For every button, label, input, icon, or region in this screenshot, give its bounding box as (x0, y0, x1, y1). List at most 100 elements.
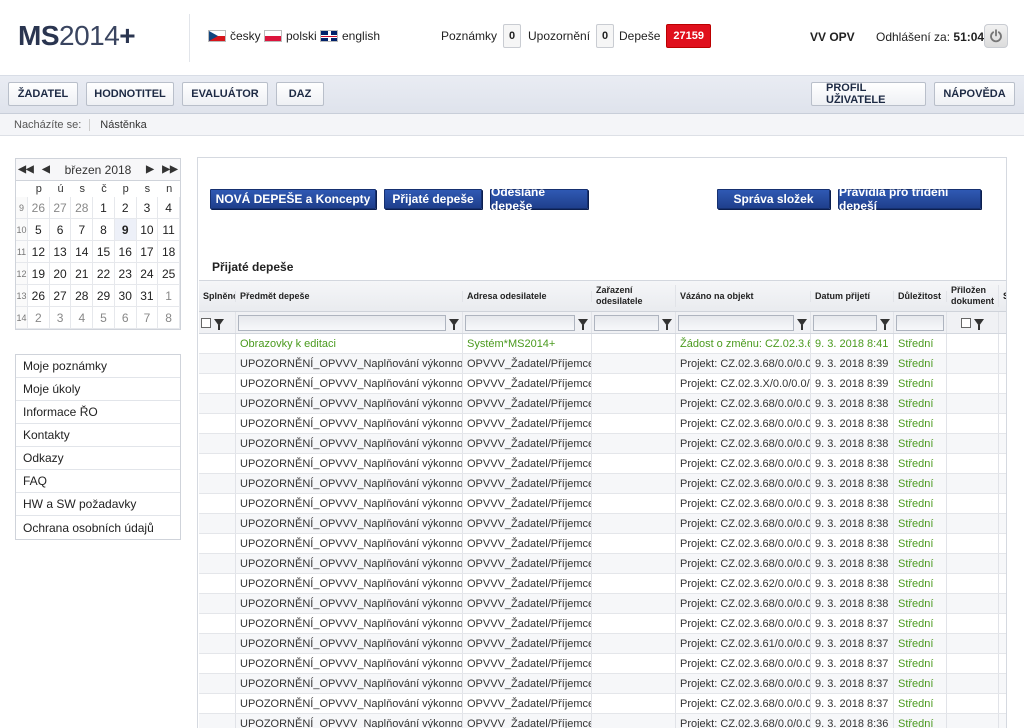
calendar-day[interactable]: 26 (28, 197, 50, 219)
filter-icon[interactable] (974, 319, 984, 330)
filter-icon[interactable] (578, 319, 588, 330)
filter-icon[interactable] (214, 319, 224, 330)
calendar-day[interactable]: 27 (49, 197, 72, 219)
lang-polish[interactable]: polski (264, 29, 317, 43)
calendar-day[interactable]: 25 (158, 263, 180, 285)
notes-counter[interactable]: Poznámky 0 (441, 24, 522, 48)
calendar-day[interactable]: 3 (136, 197, 159, 219)
calendar-day[interactable]: 1 (158, 285, 180, 307)
col-header-attachment[interactable]: Přiložen dokument (947, 285, 999, 307)
table-row[interactable]: UPOZORNĚNÍ_OPVVV_Naplňování výkonnostníh… (199, 454, 1006, 474)
calendar-day[interactable]: 31 (136, 285, 159, 307)
table-row[interactable]: UPOZORNĚNÍ_OPVVV_Naplňování výkonnostníh… (199, 374, 1006, 394)
table-row[interactable]: UPOZORNĚNÍ_OPVVV_Naplňování výkonnostníh… (199, 674, 1006, 694)
calendar-day[interactable]: 6 (49, 219, 72, 241)
nav-evaluator[interactable]: EVALUÁTOR (182, 82, 268, 106)
filter-sender-input[interactable] (465, 314, 575, 331)
filter-date-input[interactable] (813, 314, 877, 331)
side-menu-item[interactable]: Ochrana osobních údajů (16, 516, 180, 539)
table-row[interactable]: UPOZORNĚNÍ_OPVVV_Naplňování výkonnostníh… (199, 414, 1006, 434)
prev-month-icon[interactable]: ◀ (36, 164, 56, 175)
filter-icon[interactable] (449, 319, 459, 330)
col-header-date[interactable]: Datum přijetí (811, 290, 894, 302)
calendar-day[interactable]: 11 (158, 219, 180, 241)
filter-category-input[interactable] (594, 314, 659, 331)
next-year-icon[interactable]: ▶▶ (160, 164, 180, 175)
table-row[interactable]: UPOZORNĚNÍ_OPVVV_Naplňování výkonnostníh… (199, 714, 1006, 728)
nav-user-profile[interactable]: PROFIL UŽIVATELE (811, 82, 926, 106)
breadcrumb-current[interactable]: Nástěnka (89, 118, 147, 131)
col-header-sender[interactable]: Adresa odesilatele (463, 290, 592, 302)
side-menu-item[interactable]: Informace ŘO (16, 401, 180, 424)
lang-czech[interactable]: česky (208, 29, 261, 43)
nav-help[interactable]: NÁPOVĚDA (934, 82, 1015, 106)
calendar-day[interactable]: 16 (114, 241, 137, 263)
notes-count[interactable]: 0 (503, 24, 522, 48)
calendar-day[interactable]: 9 (114, 219, 137, 241)
side-menu-item[interactable]: Moje úkoly (16, 378, 180, 401)
calendar-day[interactable]: 8 (93, 219, 115, 241)
calendar-day[interactable]: 28 (71, 285, 94, 307)
calendar-day[interactable]: 27 (49, 285, 72, 307)
calendar-day[interactable]: 13 (49, 241, 72, 263)
table-row[interactable]: UPOZORNĚNÍ_OPVVV_Naplňování výkonnostníh… (199, 394, 1006, 414)
table-row[interactable]: UPOZORNĚNÍ_OPVVV_Naplňování výkonnostníh… (199, 494, 1006, 514)
received-messages-button[interactable]: Přijaté depeše (384, 189, 482, 209)
table-row[interactable]: UPOZORNĚNÍ_OPVVV_Naplňování výkonnostníh… (199, 434, 1006, 454)
filter-done-checkbox[interactable] (201, 317, 211, 328)
table-row[interactable]: UPOZORNĚNÍ_OPVVV_Naplňování výkonnostníh… (199, 474, 1006, 494)
calendar-day[interactable]: 21 (71, 263, 94, 285)
nav-daz[interactable]: DAZ (276, 82, 324, 106)
calendar-day[interactable]: 24 (136, 263, 159, 285)
table-row[interactable]: UPOZORNĚNÍ_OPVVV_Naplňování výkonnostníh… (199, 694, 1006, 714)
filter-subject-input[interactable] (238, 314, 446, 331)
calendar-day[interactable]: 20 (49, 263, 72, 285)
calendar-day[interactable]: 29 (93, 285, 115, 307)
calendar-day[interactable]: 22 (93, 263, 115, 285)
warnings-counter[interactable]: Upozornění 0 (528, 24, 615, 48)
calendar-day[interactable]: 28 (71, 197, 94, 219)
col-header-sender-category[interactable]: Zařazení odesilatele (592, 285, 676, 307)
col-header-linked-object[interactable]: Vázáno na objekt (676, 290, 811, 302)
calendar-day[interactable]: 1 (93, 197, 115, 219)
calendar-day[interactable]: 14 (71, 241, 94, 263)
calendar-day[interactable]: 2 (28, 307, 50, 329)
messages-count[interactable]: 27159 (666, 24, 711, 48)
table-row[interactable]: UPOZORNĚNÍ_OPVVV_Naplňování výkonnostníh… (199, 514, 1006, 534)
side-menu-item[interactable]: Odkazy (16, 447, 180, 470)
calendar-day[interactable]: 19 (28, 263, 50, 285)
col-header-subject[interactable]: Předmět depeše (236, 290, 463, 302)
sorting-rules-button[interactable]: Pravidla pro třídění depeší (838, 185, 981, 213)
calendar-day[interactable]: 5 (93, 307, 115, 329)
side-menu-item[interactable]: FAQ (16, 470, 180, 493)
manage-folders-button[interactable]: Správa složek (717, 189, 830, 209)
warnings-count[interactable]: 0 (596, 24, 615, 48)
calendar-day[interactable]: 23 (114, 263, 137, 285)
current-user[interactable]: VV OPV (810, 30, 855, 44)
table-row[interactable]: UPOZORNĚNÍ_OPVVV_Naplňování výkonnostníh… (199, 614, 1006, 634)
new-message-button[interactable]: NOVÁ DEPEŠE a Koncepty (210, 189, 376, 209)
nav-zadatel[interactable]: ŽADATEL (8, 82, 78, 106)
col-header-importance[interactable]: Důležitost (894, 290, 947, 302)
calendar-day[interactable]: 2 (114, 197, 137, 219)
calendar-day[interactable]: 7 (71, 219, 94, 241)
sent-messages-button[interactable]: Odeslané depeše (490, 185, 588, 213)
calendar-day[interactable]: 4 (71, 307, 94, 329)
table-row[interactable]: UPOZORNĚNÍ_OPVVV_Naplňování výkonnostníh… (199, 594, 1006, 614)
calendar-day[interactable]: 8 (158, 307, 180, 329)
prev-year-icon[interactable]: ◀◀ (16, 164, 36, 175)
calendar-day[interactable]: 30 (114, 285, 137, 307)
filter-icon[interactable] (880, 319, 890, 330)
table-row[interactable]: UPOZORNĚNÍ_OPVVV_Naplňování výkonnostníh… (199, 534, 1006, 554)
table-row[interactable]: UPOZORNĚNÍ_OPVVV_Naplňování výkonnostníh… (199, 654, 1006, 674)
app-logo[interactable]: MS2014+ (18, 20, 136, 52)
calendar-day[interactable]: 15 (93, 241, 115, 263)
side-menu-item[interactable]: HW a SW požadavky (16, 493, 180, 516)
col-header-done[interactable]: Splněno (199, 290, 236, 302)
calendar-day[interactable]: 10 (136, 219, 159, 241)
filter-object-input[interactable] (678, 314, 794, 331)
next-month-icon[interactable]: ▶ (140, 164, 160, 175)
filter-attachment-checkbox[interactable] (961, 317, 971, 328)
filter-importance-input[interactable] (896, 314, 944, 331)
table-row[interactable]: UPOZORNĚNÍ_OPVVV_Naplňování výkonnostníh… (199, 634, 1006, 654)
